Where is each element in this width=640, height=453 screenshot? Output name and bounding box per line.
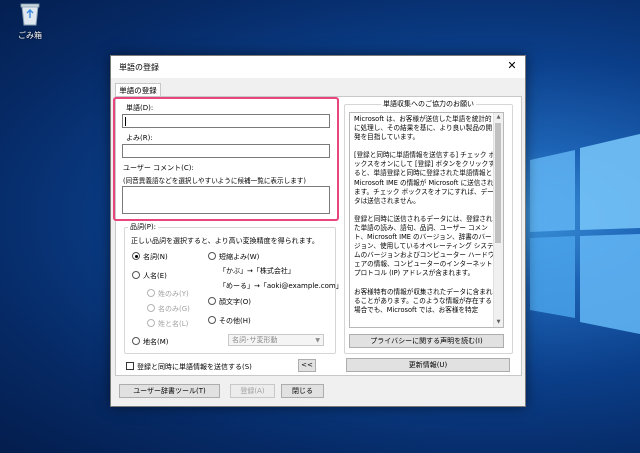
- radio-abbrev-label: 短縮よみ(W): [219, 253, 260, 261]
- radio-surname-given[interactable]: [147, 319, 155, 327]
- info-paragraph-3: 登録と同時に送信されるデータには、登録された単語の読み、語句、品詞、ユーザー コ…: [354, 214, 495, 278]
- radio-place-label: 地名(M): [143, 338, 169, 346]
- update-info-button[interactable]: 更新情報(U): [346, 358, 510, 372]
- info-scrollbar[interactable]: ▲ ▼: [493, 113, 503, 327]
- abbrev-example-2: 「めーる」→「aoki@example.com」: [219, 282, 343, 290]
- pos-dropdown-value: 名詞･サ変形動: [232, 336, 278, 344]
- abbrev-example-1: 「かぶ」→「株式会社」: [219, 267, 295, 275]
- scroll-thumb[interactable]: [495, 123, 501, 243]
- info-group-title: 単語収集へのご協力のお願い: [381, 99, 476, 109]
- radio-given-only-label: 名のみ(G): [158, 305, 190, 313]
- radio-place[interactable]: [132, 337, 140, 345]
- recycle-bin-label: ごみ箱: [18, 31, 42, 40]
- radio-person-label: 人名(E): [143, 272, 167, 280]
- comment-input[interactable]: [122, 186, 330, 214]
- pos-group-title: 品詞(P):: [128, 222, 159, 232]
- info-paragraph-4: お客様特有の情報が収集されたデータに含まれることがあります。このような情報が存在…: [354, 287, 493, 314]
- info-text: Microsoft は、お客様が送信した単語を統計的に処理し、その結果を基に、よ…: [354, 115, 497, 324]
- send-word-checkbox[interactable]: [126, 362, 134, 370]
- windows-logo: [530, 134, 640, 334]
- pos-dropdown[interactable]: 名詞･サ変形動 ▼: [228, 334, 324, 346]
- send-word-label: 登録と同時に単語情報を送信する(S): [137, 363, 252, 371]
- comment-label: ユーザー コメント(C):: [123, 164, 194, 172]
- word-label: 単語(D):: [126, 104, 154, 112]
- scroll-up-icon[interactable]: ▲: [494, 113, 503, 122]
- close-icon[interactable]: ✕: [505, 59, 519, 73]
- word-input[interactable]: [122, 114, 330, 128]
- radio-surname-given-label: 姓と名(L): [158, 320, 189, 328]
- radio-other-label: その他(H): [219, 317, 251, 325]
- close-button[interactable]: 閉じる: [281, 384, 324, 398]
- recycle-bin-icon: [20, 3, 40, 26]
- recycle-bin[interactable]: ごみ箱: [10, 2, 50, 41]
- radio-surname-only-label: 姓のみ(Y): [158, 290, 189, 298]
- radio-other[interactable]: [208, 316, 216, 324]
- radio-emoticon[interactable]: [208, 297, 216, 305]
- radio-abbrev[interactable]: [208, 252, 216, 260]
- text-caret: [125, 117, 126, 126]
- radio-emoticon-label: 顔文字(O): [219, 298, 251, 306]
- radio-noun-label: 名詞(N): [143, 253, 168, 261]
- privacy-statement-button[interactable]: プライバシーに関する声明を読む(I): [349, 334, 504, 348]
- register-button[interactable]: 登録(A): [230, 384, 275, 398]
- scroll-down-icon[interactable]: ▼: [494, 318, 503, 327]
- radio-surname-only[interactable]: [147, 289, 155, 297]
- tab-word-registration[interactable]: 単語の登録: [115, 83, 161, 97]
- user-dictionary-tool-button[interactable]: ユーザー辞書ツール(T): [119, 384, 220, 398]
- comment-hint: (同音異義語などを選択しやすいように候補一覧に表示します): [123, 177, 306, 185]
- reading-label: よみ(R):: [126, 134, 153, 142]
- reading-input[interactable]: [122, 144, 330, 158]
- radio-person[interactable]: [132, 271, 140, 279]
- info-text-box[interactable]: Microsoft は、お客様が送信した単語を統計的に処理し、その結果を基に、よ…: [349, 112, 504, 328]
- chevron-down-icon: ▼: [315, 337, 320, 344]
- collapse-button[interactable]: <<: [298, 359, 316, 372]
- radio-noun[interactable]: [132, 252, 140, 260]
- info-paragraph-1: Microsoft は、お客様が送信した単語を統計的に処理し、その結果を基に、よ…: [354, 115, 493, 142]
- info-paragraph-2: [登録と同時に単語情報を送信する] チェック ボックスをオンにして [登録] ボ…: [354, 151, 496, 205]
- title-bar[interactable]: 単語の登録 ✕: [111, 56, 525, 78]
- dialog-title: 単語の登録: [119, 63, 159, 72]
- radio-given-only[interactable]: [147, 304, 155, 312]
- pos-hint: 正しい品詞を選択すると、より高い変換精度を得られます。: [131, 237, 319, 245]
